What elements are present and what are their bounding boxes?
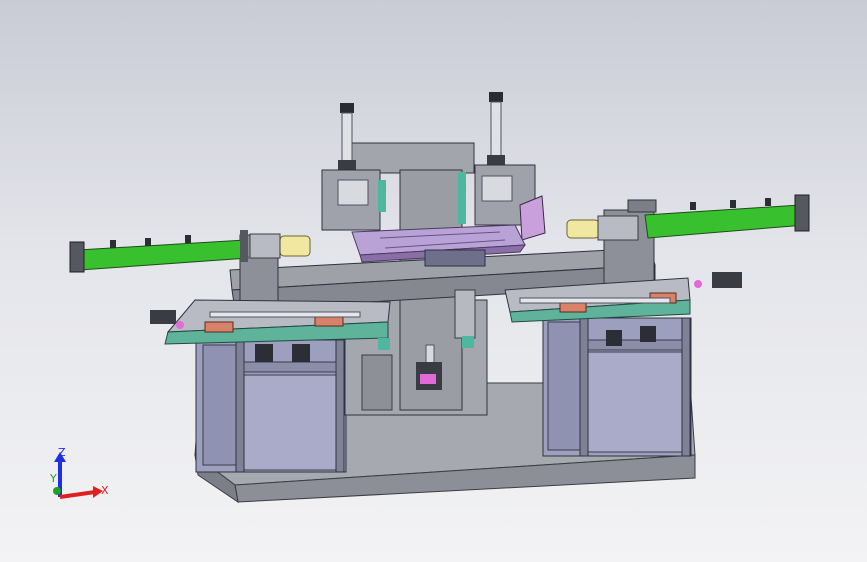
axis-triad-icon[interactable]: Z X Y xyxy=(49,446,109,499)
upper-housing-left xyxy=(321,169,386,231)
triad-y-label: Y xyxy=(49,472,57,485)
right-vertical-cylinder xyxy=(487,92,505,165)
cad-graphics-viewport[interactable]: Z X Y xyxy=(0,0,867,562)
triad-x-label: X xyxy=(101,484,109,497)
right-green-cylinder xyxy=(566,194,810,241)
machine-assembly-model[interactable]: Z X Y xyxy=(0,0,867,562)
triad-z-label: Z xyxy=(58,446,66,459)
